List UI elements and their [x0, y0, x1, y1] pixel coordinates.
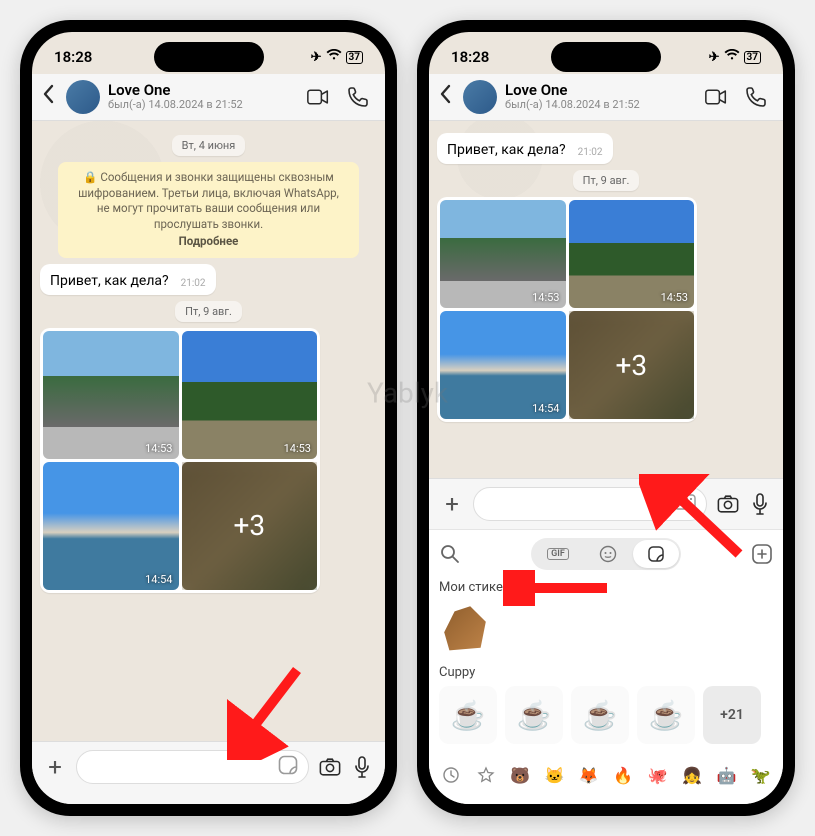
message-bubble[interactable]: Привет, как дела? 21:02	[437, 133, 613, 164]
contact-name: Love One	[505, 82, 697, 99]
date-separator: Пт, 9 авг.	[175, 301, 242, 322]
encryption-more-link[interactable]: Подробнее	[74, 234, 343, 250]
mic-icon[interactable]	[351, 756, 373, 778]
pack-icon[interactable]: 🐻	[508, 762, 532, 788]
sticker-packs-row: 🐻 🐱 🦊 🔥 🐙 👧 🤖 🦖	[439, 754, 773, 788]
encryption-notice[interactable]: 🔒 Сообщения и звонки защищены сквозным ш…	[58, 162, 359, 258]
tab-gif[interactable]: GIF	[533, 540, 583, 568]
avatar[interactable]	[463, 80, 497, 114]
chat-body[interactable]: Вт, 4 июня 🔒 Сообщения и звонки защищены…	[32, 121, 385, 741]
wifi-icon	[326, 49, 342, 65]
last-seen: был(-а) 14.08.2024 в 21:52	[108, 99, 299, 112]
pack-icon[interactable]: 🤖	[714, 762, 738, 788]
my-sticker-item[interactable]	[439, 601, 491, 653]
status-time: 18:28	[451, 48, 489, 66]
notch	[154, 42, 264, 72]
media-item[interactable]: 14:54	[440, 311, 566, 419]
video-call-icon[interactable]	[705, 86, 727, 108]
video-call-icon[interactable]	[307, 86, 329, 108]
media-item[interactable]: 14:54	[43, 462, 179, 590]
chat-header: Love One был(-а) 14.08.2024 в 21:52	[429, 74, 783, 121]
more-overlay: +3	[569, 311, 695, 419]
header-actions	[705, 86, 773, 108]
tab-avatar[interactable]	[585, 540, 631, 568]
recent-icon[interactable]	[439, 762, 463, 788]
voice-call-icon[interactable]	[347, 86, 369, 108]
message-time: 21:02	[181, 278, 206, 289]
media-item[interactable]: 14:53	[440, 200, 566, 308]
battery-icon: 37	[346, 51, 363, 64]
pack-icon[interactable]: 🐱	[542, 762, 566, 788]
chat-header: Love One был(-а) 14.08.2024 в 21:52	[32, 74, 385, 121]
date-separator: Пт, 9 авг.	[573, 170, 640, 191]
annotation-arrow	[639, 474, 759, 564]
wifi-icon	[724, 49, 740, 65]
phone-left: 18:28 ✈︎ 37 Love One был(-а) 14.08.2024 …	[20, 20, 397, 816]
header-actions	[307, 86, 375, 108]
media-item-more[interactable]: +3	[182, 462, 318, 590]
annotation-arrow	[503, 570, 613, 606]
pack-icon[interactable]: 🦊	[577, 762, 601, 788]
media-item[interactable]: 14:53	[569, 200, 695, 308]
media-item-more[interactable]: +3	[569, 311, 695, 419]
favorites-icon[interactable]	[473, 762, 497, 788]
encryption-text: Сообщения и звонки защищены сквозным шиф…	[78, 170, 339, 231]
sticker-cuppy[interactable]: ☕	[505, 686, 563, 744]
voice-call-icon[interactable]	[745, 86, 767, 108]
media-item[interactable]: 14:53	[43, 331, 179, 459]
battery-icon: 37	[744, 51, 761, 64]
camera-icon[interactable]	[319, 756, 341, 778]
contact-info[interactable]: Love One был(-а) 14.08.2024 в 21:52	[108, 82, 299, 112]
airplane-icon: ✈︎	[311, 50, 322, 65]
cuppy-title: Cuppy	[439, 665, 773, 680]
attach-button[interactable]: +	[441, 490, 463, 518]
message-time: 21:02	[578, 147, 603, 158]
notch	[551, 42, 661, 72]
message-bubble[interactable]: Привет, как дела? 21:02	[40, 264, 216, 295]
airplane-icon: ✈︎	[709, 50, 720, 65]
lock-icon: 🔒	[83, 170, 97, 184]
sticker-cuppy-more[interactable]: +21	[703, 686, 761, 744]
message-text: Привет, как дела?	[447, 142, 566, 158]
contact-name: Love One	[108, 82, 299, 99]
input-bar: +	[32, 741, 385, 804]
screen-left: 18:28 ✈︎ 37 Love One был(-а) 14.08.2024 …	[32, 32, 385, 804]
contact-info[interactable]: Love One был(-а) 14.08.2024 в 21:52	[505, 82, 697, 112]
more-overlay: +3	[182, 462, 318, 590]
sticker-cuppy[interactable]: ☕	[571, 686, 629, 744]
status-icons: ✈︎ 37	[311, 49, 363, 65]
chat-body[interactable]: Привет, как дела? 21:02 Пт, 9 авг. 14:53…	[429, 121, 783, 478]
annotation-arrow	[227, 660, 307, 760]
status-time: 18:28	[54, 48, 92, 66]
last-seen: был(-а) 14.08.2024 в 21:52	[505, 99, 697, 112]
screen-right: 18:28 ✈︎ 37 Love One был(-а) 14.08.2024 …	[429, 32, 783, 804]
media-grid[interactable]: 14:53 14:53 14:54 +3	[40, 328, 320, 593]
media-item[interactable]: 14:53	[182, 331, 318, 459]
cuppy-row: ☕ ☕ ☕ ☕ +21	[439, 686, 773, 744]
sticker-cuppy[interactable]: ☕	[439, 686, 497, 744]
search-icon[interactable]	[439, 543, 461, 565]
status-icons: ✈︎ 37	[709, 49, 761, 65]
pack-icon[interactable]: 🦖	[749, 762, 773, 788]
sticker-cuppy[interactable]: ☕	[637, 686, 695, 744]
pack-icon[interactable]: 👧	[680, 762, 704, 788]
pack-icon[interactable]: 🔥	[611, 762, 635, 788]
pack-icon[interactable]: 🐙	[645, 762, 669, 788]
date-separator: Вт, 4 июня	[172, 135, 246, 156]
phone-right: 18:28 ✈︎ 37 Love One был(-а) 14.08.2024 …	[417, 20, 795, 816]
back-button[interactable]	[42, 84, 58, 110]
attach-button[interactable]: +	[44, 753, 66, 781]
avatar[interactable]	[66, 80, 100, 114]
back-button[interactable]	[439, 84, 455, 110]
media-grid[interactable]: 14:53 14:53 14:54 +3	[437, 197, 697, 422]
message-text: Привет, как дела?	[50, 273, 169, 289]
